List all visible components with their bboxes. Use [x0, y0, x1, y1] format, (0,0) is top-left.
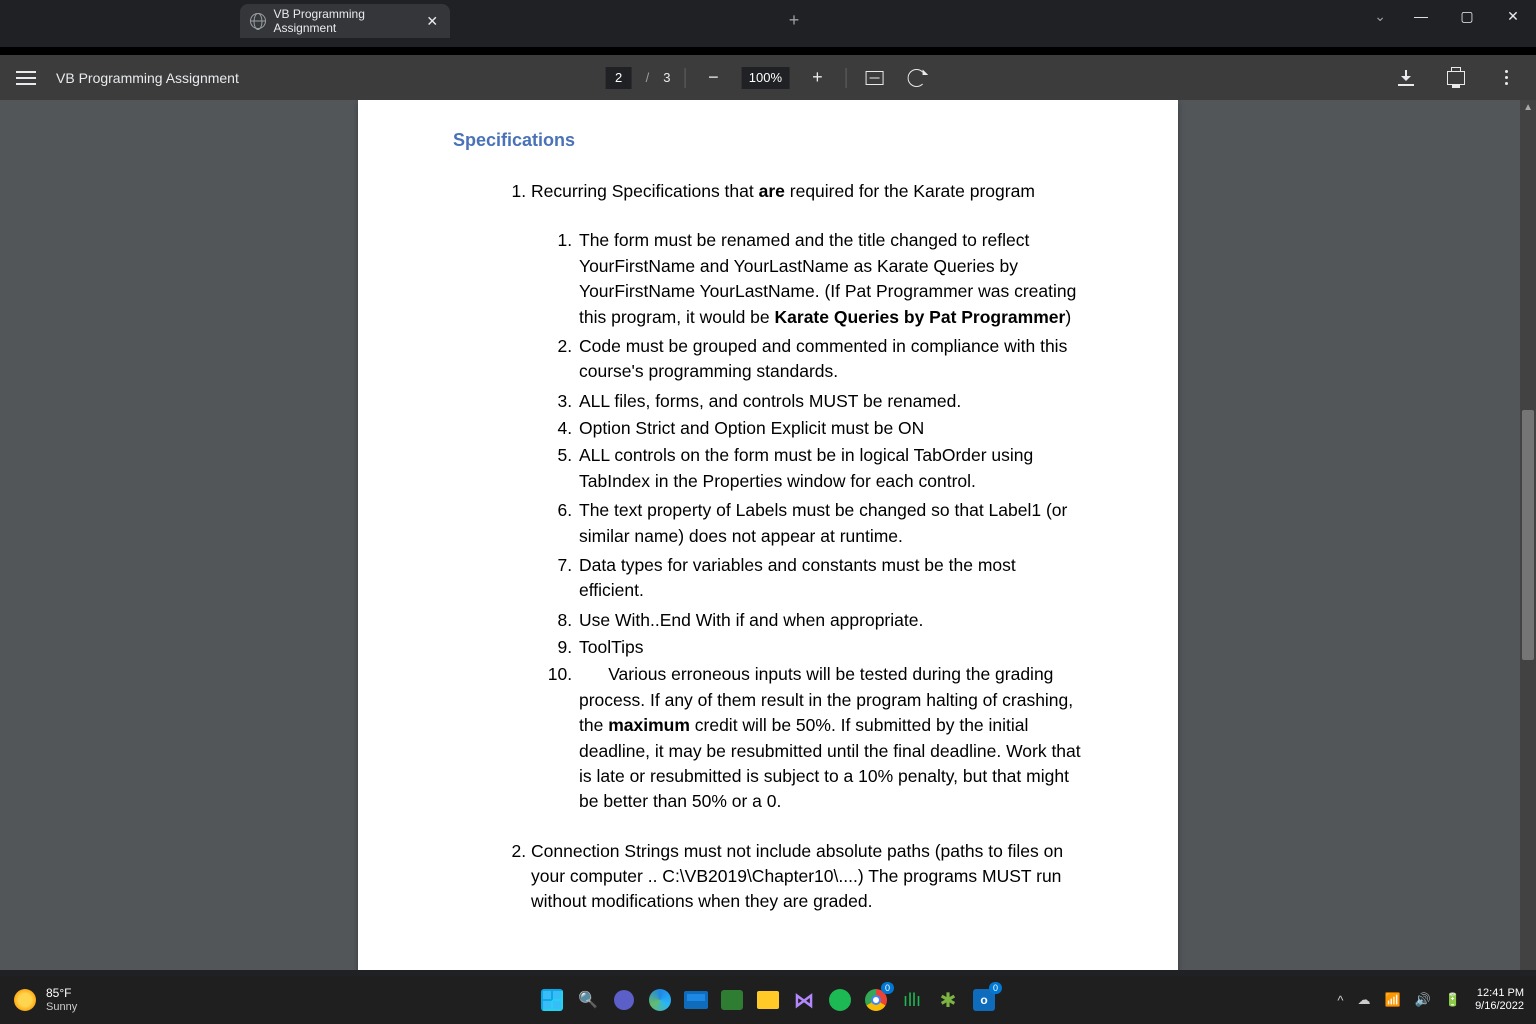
battery-icon[interactable]: 🔋: [1445, 992, 1461, 1008]
wifi-icon[interactable]: 📶: [1385, 992, 1401, 1008]
tabs-dropdown-icon[interactable]: ⌄: [1374, 8, 1386, 25]
taskbar-center: 🔍 ⋈ 0 ıllı ✱ o0: [538, 986, 998, 1014]
start-button[interactable]: [538, 986, 566, 1014]
chrome-icon[interactable]: 0: [862, 986, 890, 1014]
app-icon-green-bars[interactable]: ıllı: [898, 986, 926, 1014]
globe-icon: [250, 13, 266, 29]
taskbar-weather[interactable]: 85°F Sunny: [14, 987, 77, 1012]
taskbar-clock[interactable]: 12:41 PM 9/16/2022: [1475, 987, 1524, 1012]
windows-taskbar: 85°F Sunny 🔍 ⋈ 0 ıllı ✱ o0 ^ ☁ 📶 🔊 🔋: [0, 976, 1536, 1024]
new-tab-button[interactable]: +: [780, 6, 808, 34]
window-close-button[interactable]: ✕: [1490, 0, 1536, 32]
address-bar-redacted: [0, 47, 1536, 55]
download-button[interactable]: [1392, 64, 1420, 92]
spec-sub-9: ToolTips: [577, 635, 1083, 660]
task-view-icon[interactable]: [610, 986, 638, 1014]
file-explorer-icon[interactable]: [754, 986, 782, 1014]
browser-tab-strip: VB Programming Assignment ✕ + ⌄ — ▢ ✕: [0, 0, 1536, 47]
window-minimize-button[interactable]: —: [1398, 0, 1444, 32]
spec-sub-3: ALL files, forms, and controls MUST be r…: [577, 389, 1083, 414]
menu-icon[interactable]: [16, 71, 36, 85]
document-title: VB Programming Assignment: [56, 70, 239, 86]
clock-time: 12:41 PM: [1475, 987, 1524, 1000]
window-maximize-button[interactable]: ▢: [1444, 0, 1490, 32]
store-icon[interactable]: [718, 986, 746, 1014]
scrollbar-thumb[interactable]: [1522, 410, 1534, 660]
spotify-icon[interactable]: [826, 986, 854, 1014]
tray-overflow-icon[interactable]: ^: [1337, 993, 1343, 1008]
taskbar-tray: ^ ☁ 📶 🔊 🔋 12:41 PM 9/16/2022: [1337, 987, 1524, 1012]
tab-close-icon[interactable]: ✕: [425, 13, 440, 29]
pdf-viewer-toolbar: VB Programming Assignment / 3 − 100% +: [0, 55, 1536, 100]
spec-sub-7: Data types for variables and constants m…: [577, 553, 1083, 604]
pdf-page: Specifications Recurring Specifications …: [358, 100, 1178, 970]
scroll-up-icon[interactable]: ▲: [1523, 102, 1533, 113]
spec-sub-8: Use With..End With if and when appropria…: [577, 608, 1083, 633]
spec-sub-5: ALL controls on the form must be in logi…: [577, 443, 1083, 494]
page-separator: /: [646, 70, 650, 85]
pdf-viewport[interactable]: Specifications Recurring Specifications …: [0, 100, 1536, 970]
onedrive-icon[interactable]: ☁: [1358, 992, 1371, 1008]
rotate-button[interactable]: [902, 64, 930, 92]
spec-sub-4: Option Strict and Option Explicit must b…: [577, 416, 1083, 441]
visual-studio-icon[interactable]: ⋈: [790, 986, 818, 1014]
edge-icon[interactable]: [646, 986, 674, 1014]
page-number-input[interactable]: [606, 67, 632, 89]
page-total: 3: [663, 70, 670, 85]
volume-icon[interactable]: 🔊: [1415, 992, 1431, 1008]
print-button[interactable]: [1442, 64, 1470, 92]
zoom-level[interactable]: 100%: [741, 67, 789, 89]
tab-title: VB Programming Assignment: [274, 7, 425, 35]
spec-sub-2: Code must be grouped and commented in co…: [577, 334, 1083, 385]
spec-sub-6: The text property of Labels must be chan…: [577, 498, 1083, 549]
app-icon-asterisk[interactable]: ✱: [934, 986, 962, 1014]
clock-date: 9/16/2022: [1475, 1000, 1524, 1013]
zoom-in-button[interactable]: +: [803, 64, 831, 92]
outlook-icon[interactable]: o0: [970, 986, 998, 1014]
sun-icon: [14, 989, 36, 1011]
zoom-out-button[interactable]: −: [699, 64, 727, 92]
weather-condition: Sunny: [46, 1001, 77, 1013]
weather-temp: 85°F: [46, 987, 77, 1000]
spec-sub-10: Various erroneous inputs will be tested …: [577, 662, 1083, 814]
more-options-button[interactable]: [1492, 64, 1520, 92]
spec-item-2: Connection Strings must not include abso…: [531, 839, 1083, 915]
scrollbar-track[interactable]: ▲: [1520, 100, 1536, 970]
spec-sub-1: The form must be renamed and the title c…: [577, 228, 1083, 330]
search-icon[interactable]: 🔍: [574, 986, 602, 1014]
browser-tab-active[interactable]: VB Programming Assignment ✕: [240, 4, 450, 38]
heading-specifications: Specifications: [453, 130, 1083, 151]
spec-item-1: Recurring Specifications that are requir…: [531, 179, 1083, 815]
mail-icon[interactable]: [682, 986, 710, 1014]
fit-page-button[interactable]: [860, 64, 888, 92]
